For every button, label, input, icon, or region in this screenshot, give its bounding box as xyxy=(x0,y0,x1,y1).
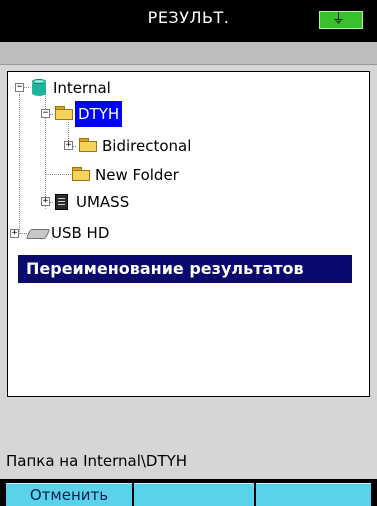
tree-item-usb-hd[interactable]: USB HD xyxy=(48,220,112,246)
cancel-button[interactable]: Отменить xyxy=(6,483,132,506)
title-bar: РЕЗУЛЬТ. ⏚ xyxy=(0,0,377,42)
file-tree[interactable]: − Internal − DTYH + Bidirectonal New Fol… xyxy=(7,71,370,397)
tree-item-dtyh[interactable]: DTYH xyxy=(75,101,123,127)
softkey-3-button[interactable] xyxy=(256,483,371,506)
battery-plug-icon: ⏚ xyxy=(319,11,363,29)
tree-item-new-folder[interactable]: New Folder xyxy=(92,162,182,188)
folder-icon xyxy=(55,106,73,120)
tree-item-label: Bidirectonal xyxy=(102,137,192,155)
database-icon xyxy=(32,79,46,97)
softkey-bar: Отменить xyxy=(0,479,377,506)
toolbar-strip xyxy=(0,42,377,65)
tree-connector xyxy=(45,174,71,175)
expand-icon[interactable]: + xyxy=(41,197,50,206)
folder-path-status: Папка на Internal\DTYH xyxy=(6,452,188,470)
tree-item-umass[interactable]: UMASS xyxy=(73,189,132,215)
hard-drive-icon xyxy=(25,229,51,239)
tree-item-label: UMASS xyxy=(76,193,130,211)
collapse-icon[interactable]: − xyxy=(41,109,50,118)
folder-icon xyxy=(72,167,90,181)
tree-item-internal[interactable]: Internal xyxy=(50,75,114,101)
device-screen: РЕЗУЛЬТ. ⏚ − Internal − DTYH + Bidirecto… xyxy=(0,0,377,506)
expand-icon[interactable]: + xyxy=(10,229,19,238)
rename-results-banner: Переименование результатов xyxy=(18,255,352,283)
tree-item-label: Internal xyxy=(53,79,111,97)
softkey-2-button[interactable] xyxy=(134,483,254,506)
tree-item-label: USB HD xyxy=(51,224,110,242)
folder-icon xyxy=(79,138,97,152)
tree-connector xyxy=(19,94,20,234)
usb-storage-icon xyxy=(55,194,68,210)
tree-item-bidirectonal[interactable]: Bidirectonal xyxy=(99,133,194,159)
collapse-icon[interactable]: − xyxy=(15,83,24,92)
tree-item-label: New Folder xyxy=(95,166,179,184)
plug-icon: ⏚ xyxy=(332,12,346,27)
expand-icon[interactable]: + xyxy=(64,141,73,150)
tree-item-label: DTYH xyxy=(75,101,123,127)
